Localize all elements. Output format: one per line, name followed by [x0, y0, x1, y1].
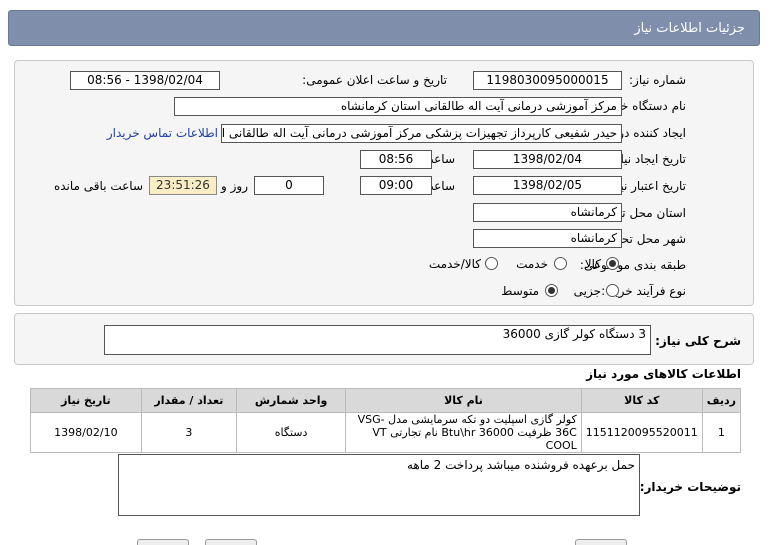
buyer-org-field[interactable]: مرکز آموزشی درمانی آیت اله طالقانی استان… — [174, 97, 622, 116]
creator-field[interactable]: حیدر شفیعی کارپرداز تجهیزات پزشکی مرکز آ… — [221, 124, 622, 143]
row-unit: دستگاه — [236, 412, 347, 453]
process-minor-label: جزیی — [573, 284, 601, 298]
remaining-days-label: روز و — [221, 179, 248, 193]
row-index: 1 — [701, 412, 742, 453]
category-goods-radio[interactable] — [606, 257, 619, 270]
process-minor-radio[interactable] — [606, 284, 619, 297]
category-goods-service-label: کالا/خدمت — [428, 257, 481, 271]
row-name: کولر گازی اسپلیت دو تکه سرمایشی مدل VSG-… — [345, 412, 582, 453]
announce-date-field[interactable]: 1398/02/04 - 08:56 — [70, 71, 220, 90]
description-field[interactable]: 3 دستگاه کولر گازی 36000 — [104, 325, 651, 355]
col-qty-header: تعداد / مقدار — [140, 388, 238, 413]
row-qty: 3 — [140, 412, 238, 453]
process-medium-label: متوسط — [501, 284, 539, 298]
province-field[interactable]: کرمانشاه — [473, 203, 622, 222]
row-date: 1398/02/10 — [30, 412, 142, 453]
table-row: 1 1151120095520011 کولر گازی اسپلیت دو ت… — [30, 412, 742, 453]
col-name-header: نام کالا — [345, 388, 582, 413]
category-goods-label: کالا — [584, 257, 601, 271]
need-number-label: شماره نیاز: — [629, 73, 686, 87]
col-code-header: کد کالا — [580, 388, 703, 413]
category-service-label: خدمت — [516, 257, 548, 271]
category-goods-service-radio[interactable] — [485, 257, 498, 270]
items-table-header: ردیف کد کالا نام کالا واحد شمارش تعداد /… — [30, 388, 742, 413]
col-unit-header: واحد شمارش — [236, 388, 347, 413]
row-code: 1151120095520011 — [580, 412, 703, 453]
need-number-field[interactable]: 1198030095000015 — [473, 71, 622, 90]
remaining-time-label: ساعت باقی مانده — [53, 179, 143, 193]
created-date-field[interactable]: 1398/02/04 — [473, 150, 622, 169]
col-date-header: تاریخ نیاز — [30, 388, 142, 413]
valid-time-field[interactable]: 09:00 — [360, 176, 432, 195]
created-time-field[interactable]: 08:56 — [360, 150, 432, 169]
remaining-time-countdown: 23:51:26 — [149, 176, 217, 195]
description-label: شرح کلی نیاز: — [655, 334, 741, 348]
bottom-button-middle[interactable] — [205, 539, 257, 545]
bottom-button-right[interactable] — [575, 539, 627, 545]
process-medium-radio[interactable] — [545, 284, 558, 297]
buyer-notes-label: توضیحات خریدار: — [639, 480, 741, 494]
col-index-header: ردیف — [701, 388, 742, 413]
buyer-notes-field[interactable]: حمل برعهده فروشنده میباشد پرداخت 2 ماهه — [118, 454, 640, 516]
buyer-contact-link[interactable]: اطلاعات تماس خریدار — [107, 126, 218, 140]
bottom-button-left[interactable] — [137, 539, 189, 545]
category-service-radio[interactable] — [554, 257, 567, 270]
remaining-days-field: 0 — [254, 176, 324, 195]
announce-date-label: تاریخ و ساعت اعلان عمومی: — [302, 73, 447, 87]
items-table: ردیف کد کالا نام کالا واحد شمارش تعداد /… — [30, 388, 742, 453]
city-field[interactable]: کرمانشاه — [473, 229, 622, 248]
page-title: جزئیات اطلاعات نیاز — [634, 21, 745, 36]
page-header: جزئیات اطلاعات نیاز — [8, 10, 760, 46]
valid-date-field[interactable]: 1398/02/05 — [473, 176, 622, 195]
items-section-title: اطلاعات کالاهای مورد نیاز — [586, 367, 741, 381]
